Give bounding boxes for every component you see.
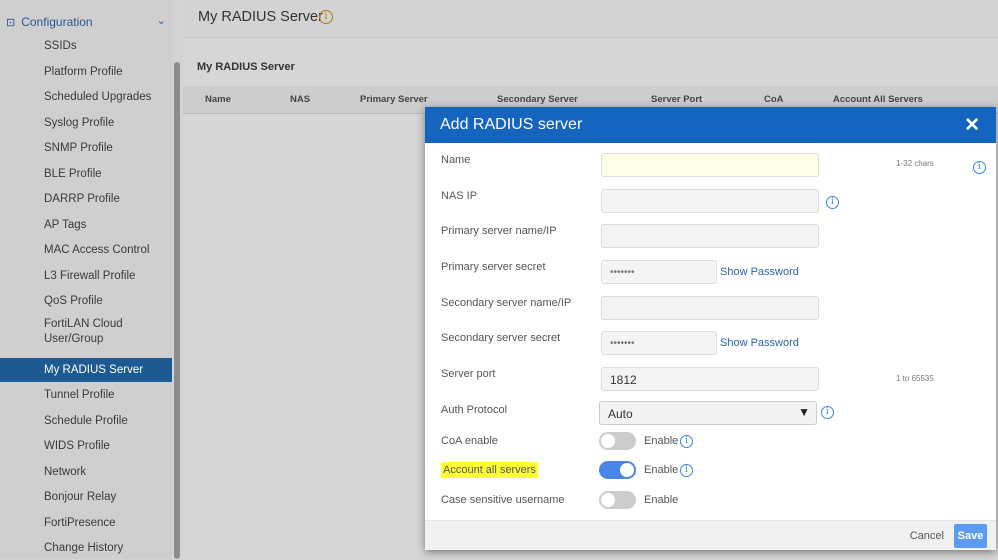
section-title: My RADIUS Server (197, 61, 295, 73)
col-coa[interactable]: CoA (764, 94, 784, 105)
sidebar-item[interactable]: FortiLAN Cloud User/Group (0, 315, 172, 349)
page-header: My RADIUS Server i (183, 0, 998, 38)
primary-name-label: Primary server name/IP (441, 225, 557, 237)
sidebar-item[interactable]: FortiPresence (0, 511, 172, 535)
primary-secret-label: Primary server secret (441, 261, 546, 273)
highlighted-text: Account all servers (441, 462, 538, 478)
col-primary[interactable]: Primary Server (360, 94, 428, 105)
name-hint: 1-32 chars (896, 159, 934, 168)
coa-toggle[interactable] (599, 432, 636, 450)
auth-protocol-value: Auto (608, 407, 633, 421)
sidebar-item[interactable]: Network (0, 460, 172, 484)
sidebar-item[interactable]: Platform Profile (0, 60, 172, 84)
info-icon[interactable]: i (973, 161, 986, 174)
sidebar-item[interactable]: Bonjour Relay (0, 485, 172, 509)
close-icon[interactable]: ✕ (964, 114, 980, 137)
cancel-button[interactable]: Cancel (910, 530, 944, 542)
secondary-secret-input[interactable]: ••••••• (601, 331, 717, 355)
sidebar-item[interactable]: DARRP Profile (0, 187, 172, 211)
nas-ip-input[interactable] (601, 189, 819, 213)
config-icon: ⊡ (6, 16, 16, 29)
secondary-name-label: Secondary server name/IP (441, 297, 572, 309)
secondary-secret-label: Secondary server secret (441, 332, 561, 344)
port-hint: 1 to 65535 (896, 374, 934, 383)
case-sensitive-label: Case sensitive username (441, 494, 565, 506)
server-port-input[interactable]: 1812 (601, 367, 819, 391)
chevron-down-icon: ⌄ (156, 15, 166, 27)
sidebar-item[interactable]: WIDS Profile (0, 434, 172, 458)
primary-name-input[interactable] (601, 224, 819, 248)
case-sensitive-toggle[interactable] (599, 491, 636, 509)
sidebar-item[interactable]: AP Tags (0, 213, 172, 237)
col-nas[interactable]: NAS (290, 94, 310, 105)
sidebar-item[interactable]: Tunnel Profile (0, 383, 172, 407)
account-all-enable-label: Enable (644, 464, 679, 476)
page-title: My RADIUS Server (198, 9, 323, 25)
server-port-label: Server port (441, 368, 496, 380)
sidebar-item[interactable]: MAC Access Control (0, 238, 172, 262)
sidebar-item[interactable]: L3 Firewall Profile (0, 264, 172, 288)
sidebar-section-configuration[interactable]: ⊡ Configuration ⌄ (6, 12, 172, 32)
info-icon[interactable]: i (826, 196, 839, 209)
show-password-link[interactable]: Show Password (720, 266, 799, 278)
sidebar-item[interactable]: Change History (0, 536, 172, 560)
sidebar-scrollbar[interactable] (174, 62, 180, 559)
caret-down-icon: ▼ (798, 405, 810, 419)
auth-protocol-label: Auth Protocol (441, 404, 508, 416)
dialog-header: Add RADIUS server ✕ (425, 107, 996, 143)
info-icon[interactable]: i (319, 10, 333, 24)
coa-enable-label: Enable (644, 435, 679, 447)
sidebar-item[interactable]: Scheduled Upgrades (0, 85, 172, 109)
case-sensitive-enable-label: Enable (644, 494, 679, 506)
sidebar-item[interactable]: My RADIUS Server (0, 358, 172, 382)
col-account-all[interactable]: Account All Servers (833, 94, 923, 105)
show-password-link[interactable]: Show Password (720, 337, 799, 349)
name-input[interactable] (601, 153, 819, 177)
add-radius-dialog: Add RADIUS server ✕ Name 1-32 chars i NAS… (425, 107, 996, 550)
secondary-name-input[interactable] (601, 296, 819, 320)
name-label: Name (441, 154, 471, 166)
sidebar-item[interactable]: Syslog Profile (0, 111, 172, 135)
col-name[interactable]: Name (205, 94, 231, 105)
sidebar-item[interactable]: Schedule Profile (0, 409, 172, 433)
info-icon[interactable]: i (680, 464, 693, 477)
primary-secret-input[interactable]: ••••••• (601, 260, 717, 284)
auth-protocol-select[interactable]: Auto ▼ (599, 401, 817, 425)
save-button[interactable]: Save (954, 524, 987, 548)
coa-label: CoA enable (441, 435, 498, 447)
info-icon[interactable]: i (680, 435, 693, 448)
nas-ip-label: NAS IP (441, 190, 478, 202)
sidebar-item[interactable]: BLE Profile (0, 162, 172, 186)
col-port[interactable]: Server Port (651, 94, 702, 105)
account-all-toggle[interactable] (599, 461, 636, 479)
col-secondary[interactable]: Secondary Server (497, 94, 578, 105)
sidebar-item[interactable]: SNMP Profile (0, 136, 172, 160)
sidebar-item[interactable]: QoS Profile (0, 289, 172, 313)
dialog-footer: Cancel Save (425, 520, 996, 550)
info-icon[interactable]: i (821, 406, 834, 419)
dialog-title: Add RADIUS server (440, 116, 583, 133)
account-all-label: Account all servers (441, 462, 538, 478)
section-label: Configuration (21, 15, 93, 29)
sidebar-item[interactable]: SSIDs (0, 34, 172, 58)
sidebar: ⊡ Configuration ⌄ SSIDs Platform Profile Sch… (0, 0, 172, 559)
